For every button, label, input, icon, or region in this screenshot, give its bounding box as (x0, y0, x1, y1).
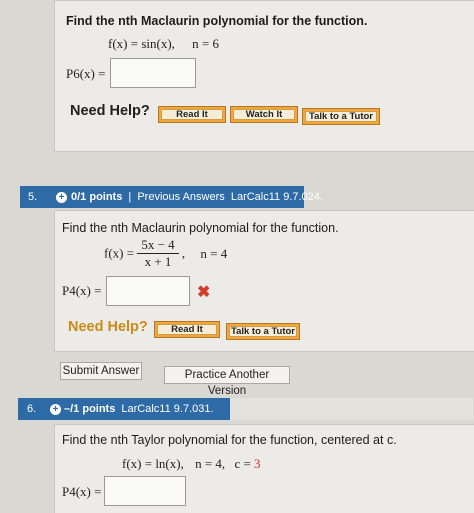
q4-talk-to-tutor-button[interactable]: Talk to a Tutor (302, 108, 380, 125)
q4-read-it-label: Read It (161, 109, 223, 120)
q5-talk-to-tutor-button[interactable]: Talk to a Tutor (226, 323, 300, 340)
q5-expand-icon[interactable]: + (56, 192, 67, 203)
q5-read-it-button[interactable]: Read It (154, 321, 220, 338)
q6-answer-label: P4(x) = (62, 484, 102, 499)
q5-n-value: n = 4 (200, 245, 228, 261)
q6-function: f(x) = ln(x), n = 4, c = 3 (122, 456, 261, 472)
q6-prompt: Find the nth Taylor polynomial for the f… (62, 433, 397, 447)
q6-header-text: –/1 points LarCalc11 9.7.031. (64, 403, 214, 415)
q6-n-value: n = 4, (195, 456, 226, 471)
q5-talk-to-tutor-label: Talk to a Tutor (229, 326, 297, 337)
q4-watch-it-button[interactable]: Watch It (230, 106, 298, 123)
q5-read-it-label: Read It (157, 324, 217, 335)
q5-need-help-label: Need Help? (68, 319, 148, 335)
q5-answer-label: P4(x) = (62, 283, 102, 298)
q4-answer-input[interactable] (110, 58, 196, 88)
q5-answer-input[interactable] (106, 276, 190, 306)
q5-function: f(x) = 5x − 4 x + 1 , n = 4 (104, 237, 227, 270)
q4-need-help-label: Need Help? (70, 103, 150, 119)
q6-function-text: f(x) = ln(x), (122, 456, 184, 471)
q6-points: –/1 points (64, 403, 116, 415)
q5-header-text: 0/1 points | Previous Answers LarCalc11 … (71, 191, 323, 203)
q4-watch-it-label: Watch It (233, 109, 295, 120)
q5-fraction: 5x − 4 x + 1 (137, 237, 179, 270)
q6-expand-icon[interactable]: + (50, 404, 61, 415)
q5-comma: , (181, 245, 186, 261)
q5-separator: | (128, 191, 132, 203)
q5-f-label: f(x) = (104, 245, 135, 261)
q4-read-it-button[interactable]: Read It (158, 106, 226, 123)
q5-denominator: x + 1 (144, 254, 172, 269)
q4-talk-to-tutor-label: Talk to a Tutor (305, 111, 377, 122)
q5-wrong-mark-icon: ✖ (197, 284, 211, 301)
q5-reference: LarCalc11 9.7.024. (230, 191, 323, 203)
q6-reference: LarCalc11 9.7.031. (121, 403, 214, 415)
q4-answer-label: P6(x) = (66, 66, 106, 81)
submit-answer-button[interactable]: Submit Answer (60, 362, 142, 380)
q4-prompt: Find the nth Maclaurin polynomial for th… (66, 14, 368, 28)
q5-previous-answers-link[interactable]: Previous Answers (137, 191, 224, 203)
practice-another-version-button[interactable]: Practice Another Version (164, 366, 290, 397)
q4-function-text: f(x) = sin(x), (108, 36, 175, 51)
q5-points: 0/1 points (71, 191, 123, 203)
q5-number: 5. (28, 191, 38, 203)
q4-n-value: n = 6 (192, 36, 219, 51)
q5-numerator: 5x − 4 (137, 237, 179, 254)
q6-c-label: c = (234, 456, 251, 471)
q6-c-value: 3 (254, 456, 261, 471)
q4-function: f(x) = sin(x), n = 6 (108, 36, 219, 52)
q6-number: 6. (27, 403, 37, 415)
q6-answer-input[interactable] (104, 476, 186, 506)
q5-prompt: Find the nth Maclaurin polynomial for th… (62, 221, 339, 235)
